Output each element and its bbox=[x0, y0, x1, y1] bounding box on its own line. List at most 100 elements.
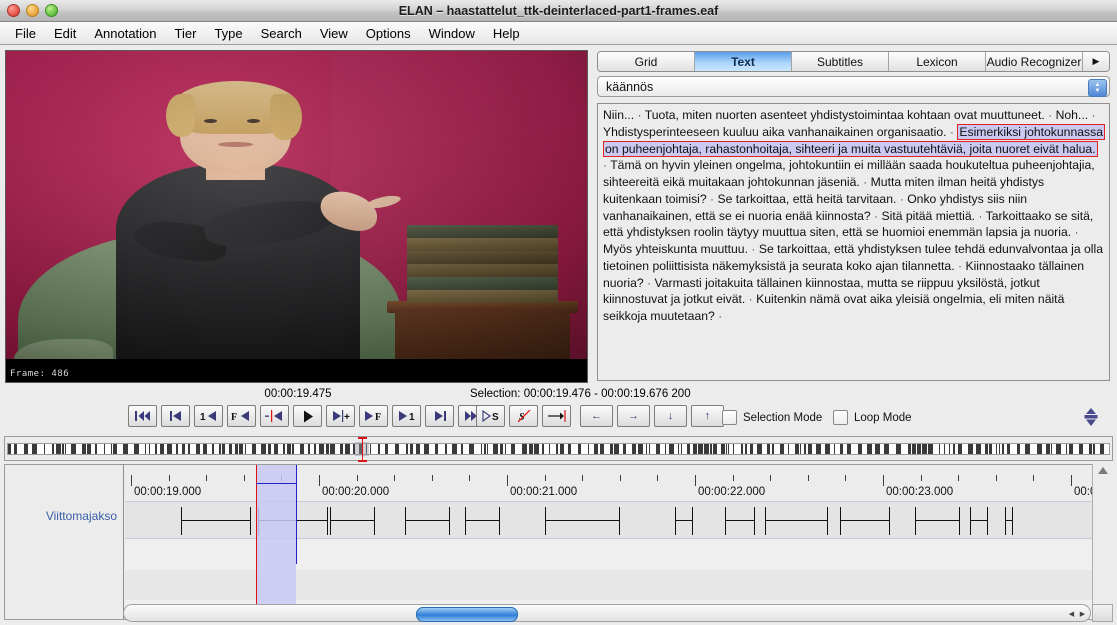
annotation-text[interactable]: Noh... bbox=[1056, 108, 1089, 122]
menu-help[interactable]: Help bbox=[484, 24, 529, 43]
density-tick bbox=[917, 444, 921, 454]
menu-options[interactable]: Options bbox=[357, 24, 420, 43]
play-selection-button[interactable]: S bbox=[476, 405, 505, 427]
density-tick bbox=[319, 444, 324, 454]
annotation-text[interactable]: Se tarkoittaa, että heitä tarvitaan. bbox=[718, 192, 897, 206]
selection-mode-checkbox[interactable]: Selection Mode bbox=[722, 410, 822, 425]
previous-annotation-button[interactable]: ← bbox=[580, 405, 613, 427]
move-crosshair-to-selection-button[interactable] bbox=[542, 405, 571, 427]
annotation-text[interactable]: Tuota, miten nuorten asenteet yhdistysto… bbox=[645, 108, 1045, 122]
scroll-up-arrow-icon[interactable] bbox=[1098, 467, 1108, 474]
density-tick bbox=[875, 444, 880, 454]
tab-lexicon[interactable]: Lexicon bbox=[889, 52, 986, 71]
next-pixel-button[interactable]: + bbox=[326, 405, 355, 427]
annotation-text[interactable]: Yhdistysperinteeseen kuuluu aika vanhana… bbox=[603, 125, 947, 139]
density-ticks bbox=[7, 443, 1110, 455]
density-tick bbox=[487, 444, 488, 454]
selection-end-marker[interactable] bbox=[296, 465, 297, 564]
annotation-block[interactable] bbox=[545, 507, 620, 535]
tab-text[interactable]: Text bbox=[695, 52, 792, 71]
density-tick bbox=[922, 444, 927, 454]
annotation-density-bar[interactable] bbox=[4, 436, 1113, 462]
ruler-label: 00:00:20.000 bbox=[322, 486, 390, 498]
menu-file[interactable]: File bbox=[6, 24, 45, 43]
annotation-block[interactable] bbox=[405, 507, 450, 535]
menu-type[interactable]: Type bbox=[205, 24, 251, 43]
menu-tier[interactable]: Tier bbox=[166, 24, 206, 43]
annotation-text[interactable]: Myös yhteiskunta muuttuu. bbox=[603, 242, 748, 256]
previous-frame-button[interactable]: F bbox=[227, 405, 256, 427]
annotation-block[interactable] bbox=[1005, 507, 1013, 535]
timeline-viewer[interactable]: Viittomajakso 00:00:19.000 00:00:20.000 00… bbox=[4, 464, 1113, 620]
annotation-text[interactable]: Sitä pitää miettiä. bbox=[882, 209, 975, 223]
timeline-vertical-scrollbar[interactable] bbox=[1092, 464, 1113, 604]
ruler-tick bbox=[807, 475, 809, 481]
clear-selection-button[interactable]: S bbox=[509, 405, 538, 427]
annotation-block[interactable] bbox=[465, 507, 500, 535]
density-tick bbox=[944, 444, 945, 454]
next-frame-button[interactable]: F bbox=[359, 405, 388, 427]
density-tick bbox=[1017, 444, 1020, 454]
selection-start-marker[interactable] bbox=[256, 465, 257, 619]
density-tick bbox=[113, 444, 117, 454]
density-crosshair[interactable] bbox=[358, 437, 367, 462]
density-tick bbox=[529, 444, 533, 454]
scroll-left-arrow-icon[interactable]: ◀ bbox=[1067, 608, 1076, 619]
scrollbar-steppers[interactable]: ◀ ▶ bbox=[1067, 608, 1087, 619]
ruler-label: 00:00:22.000 bbox=[698, 486, 766, 498]
selection-band[interactable] bbox=[256, 465, 296, 619]
annotation-above-button[interactable]: ↑ bbox=[691, 405, 724, 427]
menu-view[interactable]: View bbox=[311, 24, 357, 43]
tabs-overflow-arrow-icon[interactable]: ▶ bbox=[1083, 52, 1109, 71]
density-tick bbox=[370, 444, 371, 454]
annotation-block[interactable] bbox=[840, 507, 890, 535]
checkbox-box-icon[interactable] bbox=[722, 410, 737, 425]
scroll-right-arrow-icon[interactable]: ▶ bbox=[1078, 608, 1087, 619]
previous-annotation-boundary-button[interactable] bbox=[260, 405, 289, 427]
annotation-block[interactable] bbox=[181, 507, 251, 535]
density-tick bbox=[469, 444, 474, 454]
next-scroll-view-button[interactable] bbox=[425, 405, 454, 427]
menu-annotation[interactable]: Annotation bbox=[85, 24, 165, 43]
loop-mode-checkbox[interactable]: Loop Mode bbox=[833, 410, 912, 425]
resize-grip[interactable] bbox=[1092, 604, 1113, 622]
annotation-separator: · bbox=[745, 292, 757, 307]
next-second-button[interactable]: 1 bbox=[392, 405, 421, 427]
tier-label-viittomajakso[interactable]: Viittomajakso bbox=[46, 509, 117, 523]
density-tick bbox=[1089, 444, 1092, 454]
annotation-block[interactable] bbox=[970, 507, 988, 535]
next-annotation-button[interactable]: → bbox=[617, 405, 650, 427]
video-player[interactable]: Frame: 486 bbox=[5, 50, 588, 383]
density-tick bbox=[505, 444, 506, 454]
previous-second-button[interactable]: 1 bbox=[194, 405, 223, 427]
scrollbar-thumb[interactable] bbox=[416, 607, 518, 622]
menu-edit[interactable]: Edit bbox=[45, 24, 85, 43]
detach-player-icon[interactable] bbox=[1081, 406, 1101, 428]
selected-annotation-bar bbox=[256, 483, 296, 484]
timeline-horizontal-scrollbar[interactable]: ◀ ▶ bbox=[123, 604, 1091, 622]
go-to-begin-button[interactable] bbox=[128, 405, 157, 427]
current-time-label: 00:00:19.475 bbox=[264, 388, 332, 400]
annotation-block[interactable] bbox=[675, 507, 693, 535]
annotation-block[interactable] bbox=[765, 507, 828, 535]
annotation-text[interactable]: Niin... bbox=[603, 108, 634, 122]
menu-window[interactable]: Window bbox=[420, 24, 484, 43]
annotation-block[interactable] bbox=[330, 507, 375, 535]
checkbox-box-icon[interactable] bbox=[833, 410, 848, 425]
annotation-block[interactable] bbox=[915, 507, 960, 535]
tier-select-dropdown[interactable]: käännös ▲ ▼ bbox=[597, 76, 1110, 97]
annotation-block[interactable] bbox=[725, 507, 755, 535]
text-viewer[interactable]: Niin... · Tuota, miten nuorten asenteet … bbox=[597, 103, 1110, 381]
chevron-updown-icon[interactable]: ▲ ▼ bbox=[1088, 79, 1107, 97]
density-tick bbox=[1037, 444, 1042, 454]
tab-subtitles[interactable]: Subtitles bbox=[792, 52, 889, 71]
tab-audio-recognizer[interactable]: Audio Recognizer bbox=[986, 52, 1083, 71]
density-tick bbox=[385, 444, 388, 454]
menu-search[interactable]: Search bbox=[252, 24, 311, 43]
play-pause-button[interactable] bbox=[293, 405, 322, 427]
previous-scroll-view-button[interactable] bbox=[161, 405, 190, 427]
density-tick bbox=[149, 444, 150, 454]
annotation-below-button[interactable]: ↓ bbox=[654, 405, 687, 427]
tab-grid[interactable]: Grid bbox=[598, 52, 695, 71]
density-tick bbox=[511, 444, 515, 454]
